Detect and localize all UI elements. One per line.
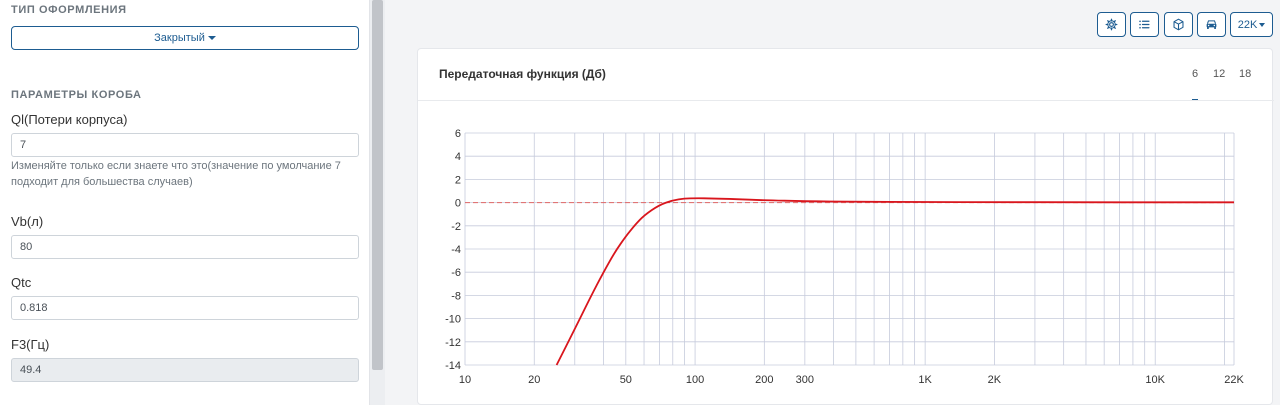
ql-input[interactable] <box>11 133 359 157</box>
x-tick-label: 50 <box>620 374 632 386</box>
x-tick-label: 10K <box>1145 374 1165 386</box>
x-tick-label: 20 <box>528 374 540 386</box>
cube-icon <box>1173 18 1184 31</box>
frequency-range-dropdown[interactable]: 22K <box>1230 12 1273 37</box>
car-button[interactable] <box>1197 12 1226 37</box>
transfer-function-chart: 6420-2-4-6-8-10-12-1410 20 50 100 200 300 1K 2K… <box>445 128 1244 386</box>
design-type-title: ТИП ОФОРМЛЕНИЯ <box>11 4 127 16</box>
box-3d-button[interactable] <box>1164 12 1193 37</box>
x-tick-label: 1K <box>918 374 932 386</box>
x-tick-label: 200 <box>755 374 773 386</box>
x-tick-label: 300 <box>796 374 814 386</box>
x-tick-label: 100 <box>686 374 704 386</box>
settings-panel: ТИП ОФОРМЛЕНИЯ Закрытый ПАРАМЕТРЫ КОРОБА… <box>0 0 369 405</box>
box-params-title: ПАРАМЕТРЫ КОРОБА <box>11 89 142 101</box>
gear-icon <box>1105 18 1118 31</box>
caret-down-icon <box>207 36 216 40</box>
vb-input[interactable] <box>11 235 359 259</box>
car-icon <box>1206 20 1217 29</box>
y-tick-label: -8 <box>451 290 461 302</box>
x-tick-label: 10 <box>459 374 471 386</box>
list-button[interactable] <box>1130 12 1159 37</box>
list-icon <box>1139 20 1150 29</box>
design-type-dropdown[interactable]: Закрытый <box>11 26 359 50</box>
design-type-value: Закрытый <box>154 32 205 44</box>
y-tick-label: 2 <box>455 174 461 186</box>
y-tick-label: -14 <box>445 360 461 372</box>
f3-label: F3(Гц) <box>11 337 50 352</box>
frequency-range-value: 22K <box>1237 18 1258 31</box>
y-tick-label: -4 <box>451 244 461 256</box>
f3-input[interactable] <box>11 358 359 382</box>
qtc-input[interactable] <box>11 296 359 320</box>
scrollbar-thumb[interactable] <box>372 0 383 370</box>
y-tick-label: -12 <box>445 337 461 349</box>
vb-label: Vb(л) <box>11 214 44 229</box>
x-tick-label: 2K <box>988 374 1002 386</box>
y-tick-label: -2 <box>451 221 461 233</box>
transfer-function-card: Передаточная функция (Дб) 6 12 18 6 4 2 0 -2… <box>417 48 1274 405</box>
panel-scrollbar[interactable] <box>369 0 385 405</box>
y-tick-label: -6 <box>451 267 461 279</box>
y-tick-label: 6 <box>455 128 461 140</box>
qtc-label: Qtc <box>11 275 32 290</box>
response-curve <box>555 197 1234 366</box>
x-tick-label: 22K <box>1224 374 1244 386</box>
y-tick-label: 0 <box>455 198 461 210</box>
ql-hint: Изменяйте только если знаете что это(зна… <box>11 160 341 188</box>
caret-down-icon <box>1259 22 1266 27</box>
y-tick-label: 4 <box>455 151 461 163</box>
settings-button[interactable] <box>1097 12 1126 37</box>
ql-label: Ql(Потери корпуса) <box>11 112 128 127</box>
y-tick-label: -10 <box>445 314 461 326</box>
